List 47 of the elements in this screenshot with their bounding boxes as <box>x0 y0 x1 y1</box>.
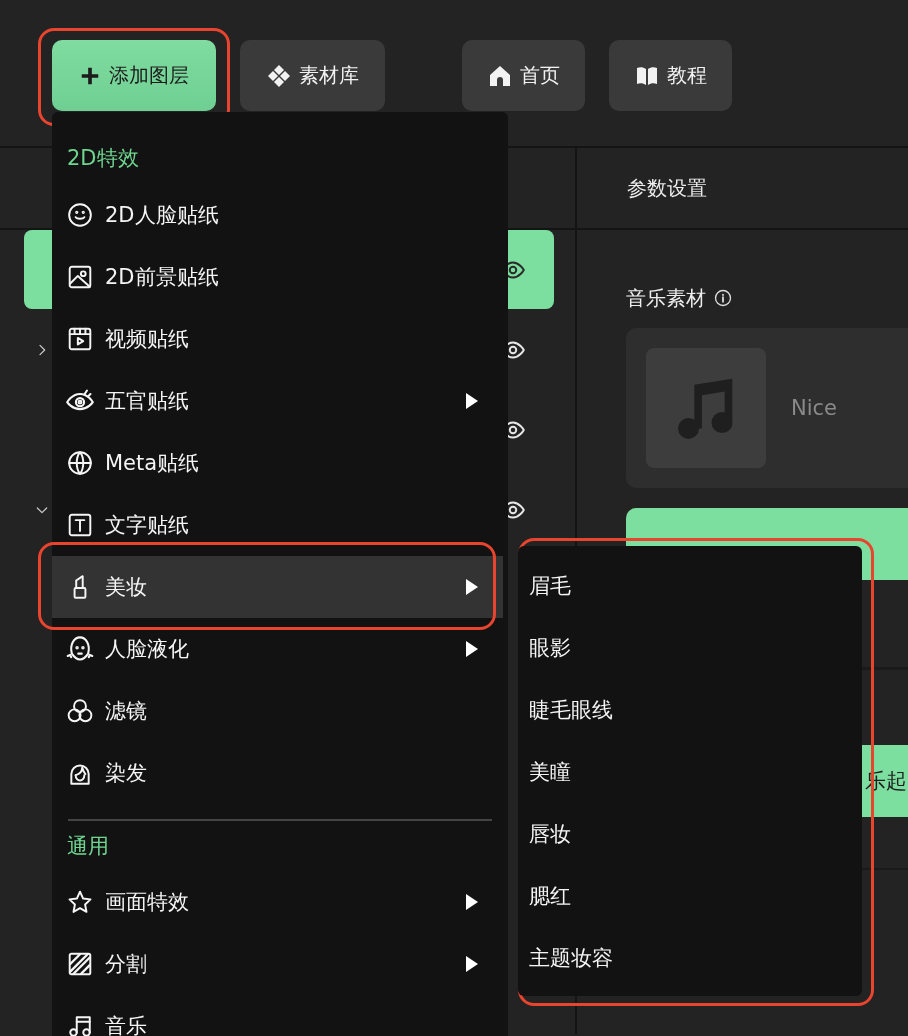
image-icon <box>66 264 94 290</box>
library-button[interactable]: 素材库 <box>240 40 385 111</box>
menu-item[interactable]: 视频贴纸 <box>52 308 503 370</box>
home-icon <box>487 63 512 88</box>
music-label: 音乐素材 <box>626 284 706 312</box>
menu-section-label: 通用 <box>66 833 110 860</box>
tutorial-button[interactable]: 教程 <box>609 40 732 111</box>
submenu-arrow-icon <box>465 893 479 911</box>
menu-item[interactable]: 滤镜 <box>52 680 503 742</box>
submenu-item[interactable]: 美瞳 <box>518 741 862 803</box>
music-title: Nice <box>791 396 837 420</box>
menu-item[interactable]: 美妆 <box>52 556 503 618</box>
submenu-item[interactable]: 腮红 <box>518 865 862 927</box>
smiley-icon <box>66 202 94 228</box>
overlapping-circles-icon <box>66 698 94 724</box>
menu-item[interactable]: 人脸液化 <box>52 618 503 680</box>
submenu-item[interactable]: 唇妆 <box>518 803 862 865</box>
panel-title: 参数设置 <box>627 174 707 202</box>
submenu-item[interactable]: 睫毛眼线 <box>518 679 862 741</box>
diamond-tiles-icon <box>266 63 291 88</box>
video-icon <box>66 326 94 352</box>
submenu-arrow-icon <box>465 955 479 973</box>
submenu-item[interactable]: 眉毛 <box>518 555 862 617</box>
menu-item[interactable]: 五官贴纸 <box>52 370 503 432</box>
globe-icon <box>66 450 94 476</box>
menu-item[interactable]: 分割 <box>52 933 503 995</box>
hatched-square-icon <box>66 951 94 977</box>
submenu-arrow-icon <box>465 392 479 410</box>
menu-item[interactable]: 画面特效 <box>52 871 503 933</box>
star-icon <box>66 889 94 915</box>
music-note-icon <box>66 1013 94 1036</box>
menu-item[interactable]: 2D人脸贴纸 <box>52 184 503 246</box>
add-layer-button[interactable]: 添加图层 <box>52 40 216 111</box>
info-icon <box>714 289 732 307</box>
menu-item[interactable]: 音乐 <box>52 995 503 1036</box>
menu-item[interactable]: 染发 <box>52 742 503 804</box>
menu-item[interactable]: 文字贴纸 <box>52 494 503 556</box>
submenu-item[interactable]: 眼影 <box>518 617 862 679</box>
submenu-arrow-icon <box>465 578 479 596</box>
face-outline-icon <box>66 635 94 663</box>
submenu-arrow-icon <box>465 640 479 658</box>
menu-item[interactable]: 2D前景贴纸 <box>52 246 503 308</box>
text-box-icon <box>66 512 94 538</box>
submenu-item[interactable]: 主题妆容 <box>518 927 862 989</box>
home-button[interactable]: 首页 <box>462 40 585 111</box>
menu-section-label: 2D特效 <box>66 145 140 172</box>
menu-item[interactable]: Meta贴纸 <box>52 432 503 494</box>
